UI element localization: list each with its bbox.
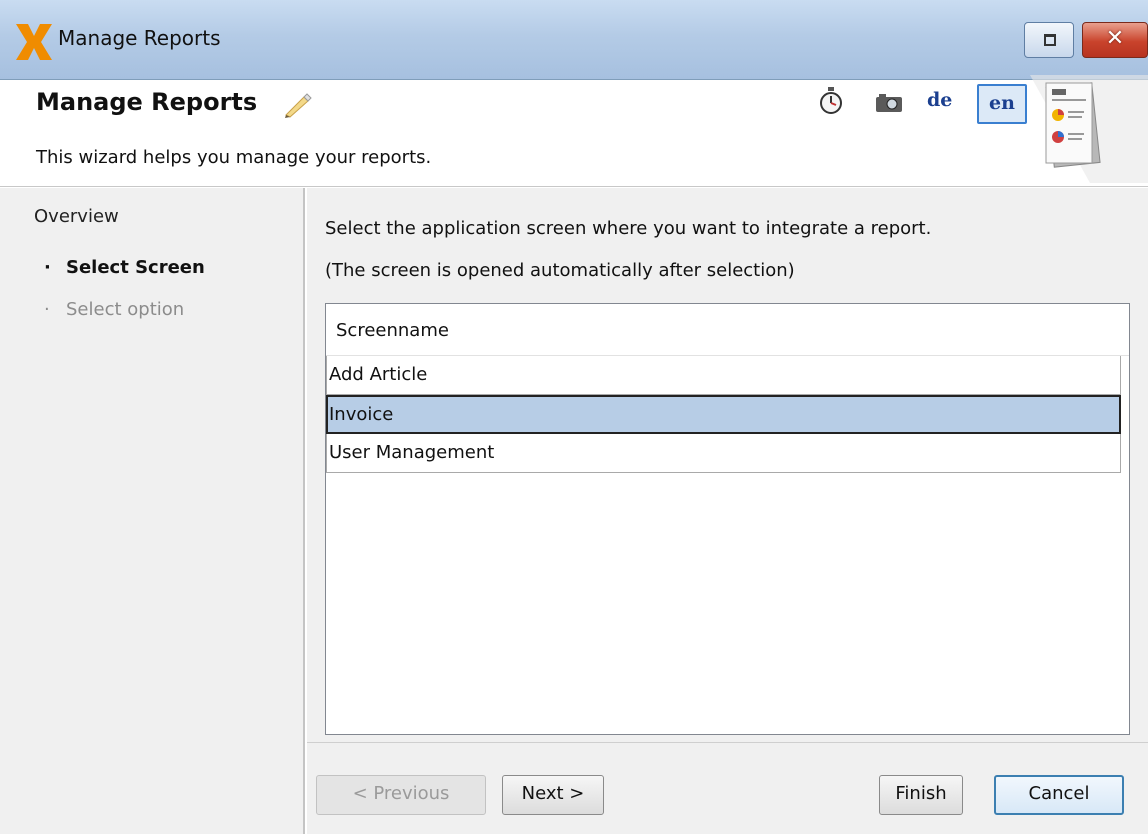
wizard-button-bar: < Previous Next > Finish Cancel	[307, 742, 1148, 834]
row-label: Invoice	[329, 404, 394, 425]
column-header-screenname[interactable]: Screenname	[326, 304, 1129, 356]
instruction-text: Select the application screen where you …	[325, 218, 932, 239]
table-row[interactable]: User Management	[326, 434, 1121, 473]
restore-button[interactable]	[1024, 22, 1074, 58]
screen-table[interactable]: Screenname Add Article Invoice User Mana…	[325, 303, 1130, 735]
wizard-content: Select the application screen where you …	[307, 188, 1148, 834]
wizard-description: This wizard helps you manage your report…	[36, 147, 432, 168]
previous-button[interactable]: < Previous	[316, 775, 486, 815]
window-title-bar[interactable]: Manage Reports ✕	[0, 0, 1148, 80]
close-button[interactable]: ✕	[1082, 22, 1148, 58]
window-title: Manage Reports	[58, 26, 221, 50]
close-icon: ✕	[1105, 26, 1125, 51]
camera-icon[interactable]	[875, 93, 903, 113]
page-title: Manage Reports	[36, 88, 258, 116]
nav-overview: Overview	[34, 206, 119, 227]
app-logo-icon	[16, 24, 52, 60]
nav-step-label: Select Screen	[66, 257, 205, 278]
table-row[interactable]: Add Article	[326, 356, 1121, 395]
table-row-selected[interactable]: Invoice	[326, 395, 1121, 434]
restore-icon	[1044, 34, 1056, 46]
column-header-label: Screenname	[336, 320, 449, 341]
row-label: Add Article	[329, 364, 428, 385]
cancel-button[interactable]: Cancel	[994, 775, 1124, 815]
row-label: User Management	[329, 442, 495, 463]
reports-banner-icon	[1030, 75, 1148, 183]
nav-step-label: Select option	[66, 299, 185, 320]
finish-button[interactable]: Finish	[879, 775, 963, 815]
language-de-button[interactable]: de	[927, 89, 952, 111]
bullet-icon: ·	[44, 299, 50, 320]
next-button[interactable]: Next >	[502, 775, 604, 815]
bullet-icon: ·	[44, 257, 51, 278]
pencil-icon[interactable]	[282, 93, 312, 119]
stopwatch-icon[interactable]	[819, 87, 843, 115]
language-en-button[interactable]: en	[977, 84, 1027, 124]
instruction-note: (The screen is opened automatically afte…	[325, 260, 795, 281]
wizard-header: Manage Reports This wizard helps you man…	[0, 75, 1148, 187]
wizard-steps-sidebar: Overview · Select Screen · Select option	[0, 188, 305, 834]
